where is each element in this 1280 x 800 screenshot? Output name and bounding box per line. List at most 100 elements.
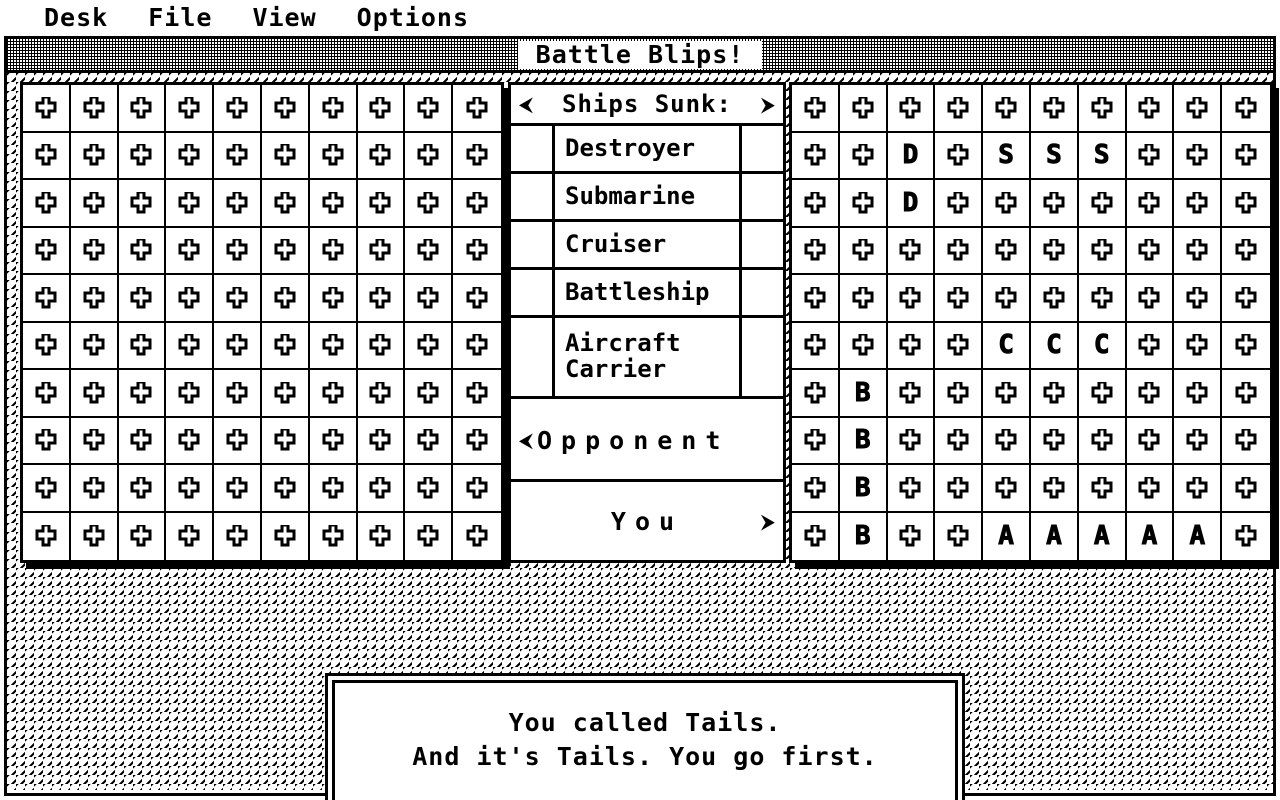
board-cell-empty[interactable] xyxy=(357,275,406,323)
board-cell-empty[interactable] xyxy=(1126,417,1175,465)
board-cell-empty[interactable] xyxy=(839,180,888,228)
board-cell-empty[interactable] xyxy=(1126,85,1175,133)
board-cell-empty[interactable] xyxy=(1030,227,1079,275)
board-cell-empty[interactable] xyxy=(453,322,501,370)
board-cell-ship-a[interactable]: A xyxy=(983,512,1031,560)
board-cell-empty[interactable] xyxy=(935,465,984,513)
opponent-left-arrow-icon[interactable]: ⮜ xyxy=(517,430,535,450)
board-cell-empty[interactable] xyxy=(309,512,358,560)
board-cell-empty[interactable] xyxy=(405,465,454,513)
board-cell-empty[interactable] xyxy=(1078,417,1127,465)
board-cell-empty[interactable] xyxy=(309,417,358,465)
menu-item-view[interactable]: View xyxy=(252,5,316,30)
board-cell-ship-s[interactable]: S xyxy=(983,132,1031,180)
board-cell-empty[interactable] xyxy=(792,275,840,323)
board-cell-empty[interactable] xyxy=(70,227,119,275)
board-cell-ship-s[interactable]: S xyxy=(1078,132,1127,180)
board-cell-empty[interactable] xyxy=(792,180,840,228)
board-cell-empty[interactable] xyxy=(214,227,262,275)
board-cell-empty[interactable] xyxy=(118,370,167,418)
board-cell-empty[interactable] xyxy=(1030,180,1079,228)
board-cell-empty[interactable] xyxy=(309,275,358,323)
board-cell-empty[interactable] xyxy=(70,180,119,228)
board-cell-empty[interactable] xyxy=(1126,465,1175,513)
board-cell-empty[interactable] xyxy=(214,370,262,418)
board-cell-empty[interactable] xyxy=(405,180,454,228)
board-cell-empty[interactable] xyxy=(1174,322,1223,370)
board-cell-empty[interactable] xyxy=(214,275,262,323)
board-cell-empty[interactable] xyxy=(23,180,71,228)
board-cell-empty[interactable] xyxy=(453,417,501,465)
board-cell-empty[interactable] xyxy=(1126,275,1175,323)
board-cell-empty[interactable] xyxy=(983,180,1031,228)
board-cell-empty[interactable] xyxy=(261,180,310,228)
board-cell-empty[interactable] xyxy=(839,227,888,275)
board-cell-empty[interactable] xyxy=(453,275,501,323)
board-cell-empty[interactable] xyxy=(1174,132,1223,180)
board-cell-empty[interactable] xyxy=(1030,417,1079,465)
board-cell-empty[interactable] xyxy=(166,275,215,323)
board-cell-empty[interactable] xyxy=(118,180,167,228)
board-cell-ship-a[interactable]: A xyxy=(1030,512,1079,560)
board-cell-empty[interactable] xyxy=(453,227,501,275)
board-cell-empty[interactable] xyxy=(887,227,936,275)
board-cell-empty[interactable] xyxy=(357,180,406,228)
board-cell-empty[interactable] xyxy=(118,322,167,370)
board-cell-empty[interactable] xyxy=(792,322,840,370)
board-cell-empty[interactable] xyxy=(1126,370,1175,418)
board-cell-empty[interactable] xyxy=(1126,132,1175,180)
board-cell-empty[interactable] xyxy=(1126,322,1175,370)
board-cell-empty[interactable] xyxy=(983,417,1031,465)
board-cell-empty[interactable] xyxy=(214,465,262,513)
board-cell-empty[interactable] xyxy=(1222,417,1270,465)
window-title-bar[interactable]: Battle Blips! xyxy=(7,39,1273,73)
board-cell-empty[interactable] xyxy=(887,322,936,370)
board-cell-empty[interactable] xyxy=(1030,465,1079,513)
right-arrow-icon[interactable]: ⮞ xyxy=(759,94,777,114)
board-cell-empty[interactable] xyxy=(792,132,840,180)
board-cell-empty[interactable] xyxy=(405,227,454,275)
board-cell-empty[interactable] xyxy=(1222,322,1270,370)
board-cell-empty[interactable] xyxy=(357,370,406,418)
board-cell-empty[interactable] xyxy=(166,370,215,418)
board-cell-empty[interactable] xyxy=(1174,85,1223,133)
board-cell-ship-c[interactable]: C xyxy=(1078,322,1127,370)
board-cell-empty[interactable] xyxy=(1222,465,1270,513)
board-cell-empty[interactable] xyxy=(261,132,310,180)
board-cell-empty[interactable] xyxy=(70,417,119,465)
board-cell-empty[interactable] xyxy=(1174,227,1223,275)
board-cell-empty[interactable] xyxy=(23,370,71,418)
board-cell-empty[interactable] xyxy=(935,180,984,228)
board-cell-ship-b[interactable]: B xyxy=(839,465,888,513)
board-cell-empty[interactable] xyxy=(1222,85,1270,133)
board-cell-empty[interactable] xyxy=(166,180,215,228)
board-cell-empty[interactable] xyxy=(1078,180,1127,228)
board-cell-empty[interactable] xyxy=(453,465,501,513)
board-cell-empty[interactable] xyxy=(70,465,119,513)
board-cell-empty[interactable] xyxy=(309,370,358,418)
board-cell-empty[interactable] xyxy=(839,275,888,323)
board-cell-empty[interactable] xyxy=(70,370,119,418)
board-cell-empty[interactable] xyxy=(1078,85,1127,133)
board-cell-empty[interactable] xyxy=(261,227,310,275)
board-cell-empty[interactable] xyxy=(1174,275,1223,323)
board-cell-empty[interactable] xyxy=(166,132,215,180)
board-cell-empty[interactable] xyxy=(1126,180,1175,228)
board-cell-empty[interactable] xyxy=(935,512,984,560)
board-cell-empty[interactable] xyxy=(1030,370,1079,418)
board-cell-empty[interactable] xyxy=(166,322,215,370)
board-cell-empty[interactable] xyxy=(887,417,936,465)
board-cell-empty[interactable] xyxy=(453,85,501,133)
board-cell-ship-c[interactable]: C xyxy=(1030,322,1079,370)
board-cell-empty[interactable] xyxy=(166,85,215,133)
board-cell-empty[interactable] xyxy=(983,85,1031,133)
board-cell-empty[interactable] xyxy=(1078,465,1127,513)
board-cell-empty[interactable] xyxy=(23,512,71,560)
board-cell-empty[interactable] xyxy=(792,85,840,133)
board-cell-empty[interactable] xyxy=(23,465,71,513)
board-cell-empty[interactable] xyxy=(887,275,936,323)
board-cell-empty[interactable] xyxy=(453,512,501,560)
board-cell-empty[interactable] xyxy=(70,132,119,180)
board-cell-empty[interactable] xyxy=(357,417,406,465)
board-cell-empty[interactable] xyxy=(405,512,454,560)
